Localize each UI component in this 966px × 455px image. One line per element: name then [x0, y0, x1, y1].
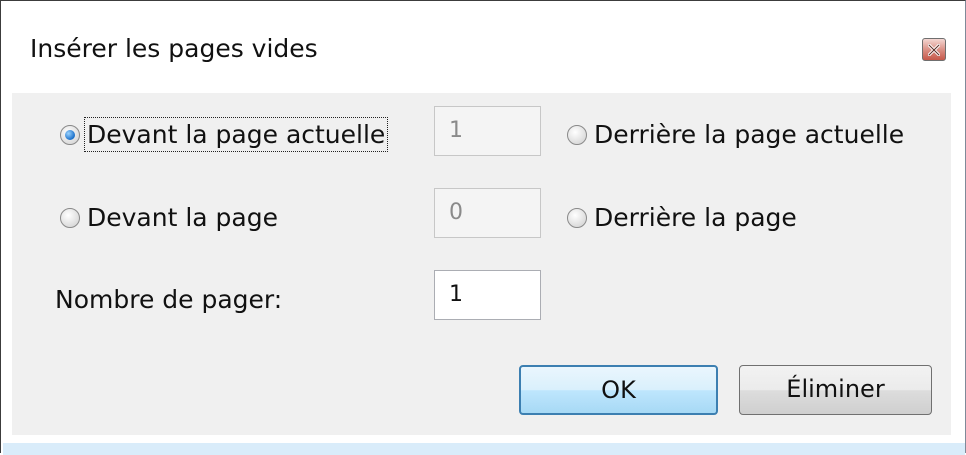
- radio-button[interactable]: [567, 124, 587, 145]
- radio-button-checked[interactable]: [60, 124, 80, 145]
- dialog-window: Insérer les pages vides Devant la page a…: [0, 0, 966, 455]
- title-bar: Insérer les pages vides: [3, 3, 965, 93]
- page-number-field[interactable]: 0: [434, 188, 541, 238]
- ok-button[interactable]: OK: [519, 365, 718, 415]
- dialog-body: Devant la page actuelle 1 Derrière la pa…: [12, 93, 951, 435]
- window-bottom-edge: [3, 443, 965, 455]
- cancel-button[interactable]: Éliminer: [739, 365, 932, 415]
- radio-label-after-page: Derrière la page: [594, 203, 797, 232]
- radio-before-page[interactable]: Devant la page: [60, 203, 278, 232]
- radio-label-before-page: Devant la page: [87, 203, 278, 232]
- close-icon: [928, 44, 940, 56]
- page-count-row: Nombre de pager:: [55, 285, 282, 314]
- radio-button[interactable]: [567, 207, 587, 228]
- radio-button[interactable]: [60, 207, 80, 228]
- current-page-field[interactable]: 1: [434, 106, 541, 156]
- radio-after-page[interactable]: Derrière la page: [567, 203, 797, 232]
- radio-label-before-current: Devant la page actuelle: [83, 117, 389, 152]
- dialog-title: Insérer les pages vides: [30, 34, 318, 63]
- radio-label-after-current: Derrière la page actuelle: [594, 120, 905, 149]
- close-button[interactable]: [922, 38, 946, 61]
- radio-after-current[interactable]: Derrière la page actuelle: [567, 120, 904, 149]
- radio-before-current[interactable]: Devant la page actuelle: [60, 117, 389, 152]
- page-count-label: Nombre de pager:: [55, 285, 283, 314]
- page-count-input[interactable]: 1: [434, 270, 541, 320]
